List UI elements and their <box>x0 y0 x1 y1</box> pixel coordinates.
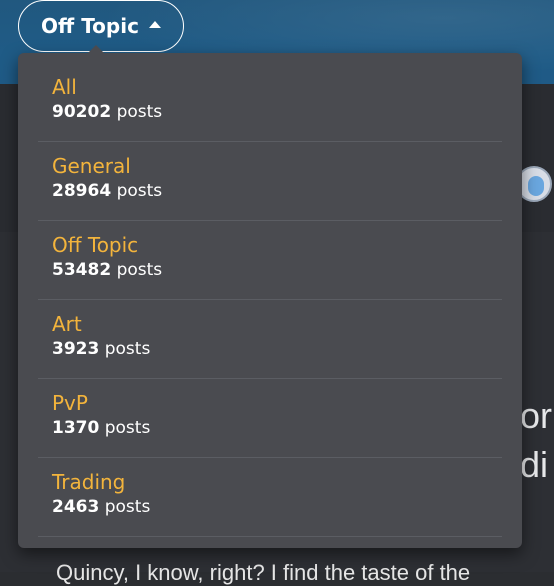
dropdown-item-name: Trading <box>52 470 126 494</box>
dropdown-item-general[interactable]: General 28964 posts <box>38 142 502 221</box>
dropdown-item-all[interactable]: All 90202 posts <box>38 63 502 142</box>
post-count-value: 2463 <box>52 497 100 517</box>
dropdown-item-trading[interactable]: Trading 2463 posts <box>38 458 502 537</box>
post-count-value: 3923 <box>52 339 100 359</box>
post-count-unit: posts <box>116 102 163 122</box>
caret-up-icon <box>148 20 161 28</box>
dropdown-item-count: 90202 posts <box>52 101 488 123</box>
dropdown-item-name: General <box>52 154 131 178</box>
post-count-unit: posts <box>104 339 151 359</box>
dropdown-item-name: All <box>52 75 77 99</box>
dropdown-item-count: 53482 posts <box>52 259 488 281</box>
dropdown-item-name: PvP <box>52 391 88 415</box>
dropdown-item-name: Off Topic <box>52 233 139 257</box>
dropdown-item-pvp[interactable]: PvP 1370 posts <box>38 379 502 458</box>
post-title-fragment-1: or <box>520 395 553 436</box>
post-count-value: 28964 <box>52 181 112 201</box>
post-count-unit: posts <box>104 418 151 438</box>
dropdown-item-count: 3923 posts <box>52 338 488 360</box>
post-count-unit: posts <box>116 181 163 201</box>
post-preview-text: Quincy, I know, right? I find the taste … <box>56 560 471 585</box>
topic-dropdown-menu: All 90202 posts General 28964 posts Off … <box>18 45 522 548</box>
post-count-value: 53482 <box>52 260 112 280</box>
dropdown-item-art[interactable]: Art 3923 posts <box>38 300 502 379</box>
post-count-value: 90202 <box>52 102 112 122</box>
post-count-value: 1370 <box>52 418 100 438</box>
dropdown-item-count: 2463 posts <box>52 496 488 518</box>
dropdown-item-count: 28964 posts <box>52 180 488 202</box>
post-count-unit: posts <box>104 497 151 517</box>
dropdown-item-name: Art <box>52 312 82 336</box>
dropdown-item-count: 1370 posts <box>52 417 488 439</box>
topic-filter-label: Off Topic <box>41 14 139 38</box>
dropdown-item-off-topic[interactable]: Off Topic 53482 posts <box>38 221 502 300</box>
post-title-fragment-2: di <box>520 444 549 485</box>
post-count-unit: posts <box>116 260 163 280</box>
